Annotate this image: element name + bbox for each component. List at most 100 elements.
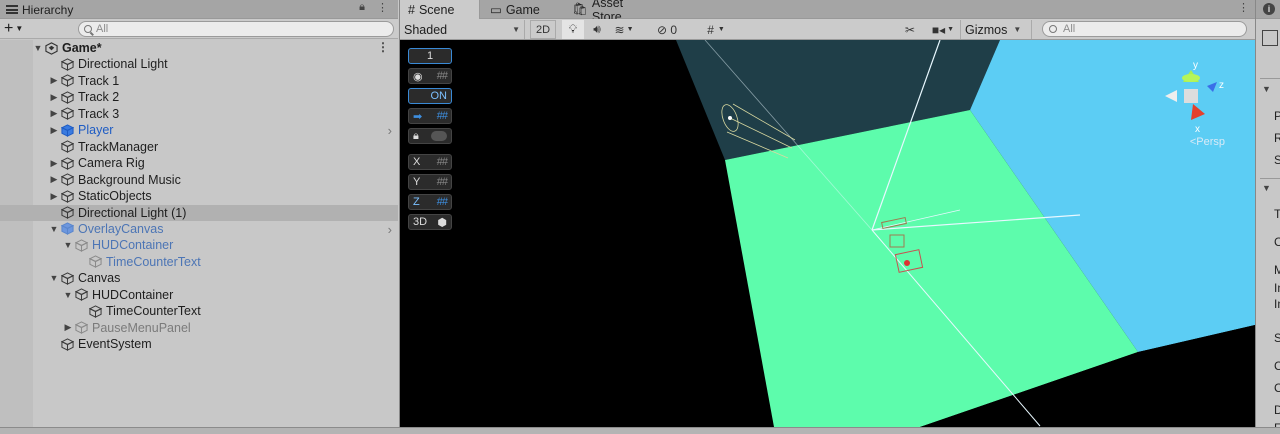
hierarchy-item[interactable]: ▶ PauseMenuPanel	[0, 320, 398, 336]
collapse-arrow-icon[interactable]: ▶	[49, 92, 59, 103]
tab-asset-store[interactable]: 🛍︎ Asset Store	[564, 0, 664, 24]
scene-search-placeholder: All	[1063, 23, 1076, 35]
visibility-overlay-toggle[interactable]: ◉ ##	[408, 68, 452, 84]
overlay-toolbar: 1 ◉ ## ON ➡ ## 🔒︎ X ## Y ## Z ## 3D ⬢	[408, 48, 452, 234]
scene-visibility-button[interactable]: ⊘ 0	[642, 20, 692, 39]
hierarchy-item[interactable]: ▶ Background Music	[0, 172, 398, 188]
inspector-field-label: S	[1274, 153, 1280, 167]
hierarchy-item-label: Game*	[62, 41, 102, 55]
snapping-toggle[interactable]: ON	[408, 88, 452, 104]
tab-game-label: Game	[505, 2, 540, 17]
hierarchy-item[interactable]: Directional Light	[0, 56, 398, 72]
hierarchy-item-label: Canvas	[78, 271, 121, 286]
grid-x-toggle[interactable]: X ##	[408, 154, 452, 170]
hierarchy-item-label: TrackManager	[78, 139, 159, 154]
move-snap-toggle[interactable]: ➡ ##	[408, 108, 452, 124]
scene-panel: # Scene ▭ Game 🛍︎ Asset Store ⋮ Shaded ▼…	[399, 0, 1255, 427]
hierarchy-item[interactable]: TimeCounterText	[0, 303, 398, 319]
hierarchy-item-label: OverlayCanvas	[78, 221, 164, 236]
orientation-gizmo[interactable]: y z x	[1155, 58, 1227, 136]
2d-label: 2D	[535, 23, 551, 36]
lock-icon[interactable]: 🔒︎	[359, 1, 365, 14]
hierarchy-item[interactable]: ▶ Track 2	[0, 89, 398, 105]
shading-mode-dropdown[interactable]: Shaded ▼	[400, 20, 525, 39]
hierarchy-item[interactable]: ▶ Camera Rig	[0, 155, 398, 171]
collapse-arrow-icon[interactable]: ▶	[49, 174, 59, 185]
hierarchy-item[interactable]: TimeCounterText	[0, 254, 398, 270]
scene-search-input[interactable]: All	[1042, 21, 1247, 37]
tab-scene[interactable]: # Scene	[400, 0, 480, 19]
collapse-arrow-icon[interactable]: ▶	[49, 158, 59, 169]
hierarchy-item[interactable]: TrackManager	[0, 139, 398, 155]
scene-kebab-icon[interactable]: ⋮	[377, 40, 389, 54]
tools-icon[interactable]: ✂︎	[898, 20, 922, 39]
hierarchy-item-label: Camera Rig	[78, 156, 145, 171]
hierarchy-item[interactable]: ▼ HUDContainer	[0, 237, 398, 253]
hierarchy-item-label: Player	[78, 123, 114, 138]
foldout-arrow-icon[interactable]: ▼	[1262, 84, 1271, 94]
collapse-arrow-icon[interactable]: ▶	[49, 108, 59, 119]
hierarchy-item[interactable]: ▶ Player ›	[0, 122, 398, 138]
collapse-arrow-icon[interactable]: ▶	[49, 75, 59, 86]
collapse-arrow-icon[interactable]: ▶	[49, 125, 59, 136]
hierarchy-item[interactable]: Directional Light (1)	[0, 204, 398, 221]
kebab-menu-icon[interactable]: ⋮	[377, 1, 388, 14]
effects-dropdown-icon[interactable]: ≋ ▼	[610, 20, 638, 39]
expand-arrow-icon[interactable]: ▼	[63, 240, 73, 250]
chevron-down-icon: ▼	[512, 25, 520, 34]
camera-speed-field[interactable]: 1	[408, 48, 452, 64]
expand-arrow-icon[interactable]: ▼	[49, 224, 59, 234]
grid-y-toggle[interactable]: Y ##	[408, 174, 452, 190]
create-button[interactable]: + ▼	[4, 20, 34, 38]
projection-label[interactable]: <Persp	[1190, 136, 1225, 148]
collapse-arrow-icon[interactable]: ▶	[63, 322, 73, 333]
hierarchy-item[interactable]: ▶ StaticObjects	[0, 188, 398, 204]
expand-arrow-icon[interactable]: ▼	[63, 290, 73, 300]
lighting-toggle-icon[interactable]: 💡︎	[562, 20, 584, 39]
z-axis-label: z	[1219, 80, 1224, 91]
hierarchy-item-label: EventSystem	[78, 337, 152, 352]
hierarchy-item[interactable]: ▼ HUDContainer	[0, 287, 398, 303]
hierarchy-item[interactable]: ▶ Track 3	[0, 106, 398, 122]
cube-icon: ⬢	[437, 216, 447, 229]
tab-hierarchy[interactable]: Hierarchy	[0, 0, 150, 19]
y-axis-cap	[1182, 74, 1200, 82]
scene-root-row[interactable]: ▼ Game* ⋮	[0, 40, 398, 56]
hierarchy-item-label: Track 2	[78, 90, 120, 105]
lock-toggle[interactable]: 🔒︎	[408, 128, 452, 144]
tab-game[interactable]: ▭ Game	[482, 0, 562, 19]
lock-icon: 🔒︎	[413, 129, 419, 142]
open-prefab-chevron-icon[interactable]: ›	[388, 222, 392, 237]
grid-z-toggle[interactable]: Z ##	[408, 194, 452, 210]
scene-viewport[interactable]: 1 ◉ ## ON ➡ ## 🔒︎ X ## Y ## Z ## 3D ⬢ y z	[400, 40, 1255, 427]
audio-toggle-icon[interactable]: 🔊︎	[586, 20, 608, 39]
gameobject-cube-icon	[75, 239, 88, 252]
hierarchy-item-label: Directional Light	[78, 57, 168, 72]
hierarchy-item[interactable]: ▼ OverlayCanvas ›	[0, 221, 398, 237]
grid-icon: ##	[436, 156, 448, 168]
view-3d-toggle[interactable]: 3D ⬢	[408, 214, 452, 230]
collapse-arrow-icon[interactable]: ▶	[49, 191, 59, 202]
gizmos-dropdown[interactable]: Gizmos ▼	[960, 20, 1032, 39]
2d-toggle-button[interactable]: 2D	[530, 20, 556, 39]
gameobject-cube-icon	[61, 91, 74, 104]
camera-dropdown-icon[interactable]: ■◂ ▼	[926, 20, 960, 39]
unity-scene-icon	[45, 41, 58, 55]
gizmos-label: Gizmos	[965, 22, 1008, 37]
open-prefab-chevron-icon[interactable]: ›	[388, 123, 392, 138]
grid-toggle-icon[interactable]: # ▼	[696, 20, 736, 39]
hierarchy-item[interactable]: ▼ Canvas	[0, 270, 398, 286]
expand-arrow-icon[interactable]: ▼	[33, 43, 43, 53]
foldout-arrow-icon[interactable]: ▼	[1262, 183, 1271, 193]
hierarchy-item-label: HUDContainer	[92, 238, 174, 253]
hierarchy-item-label: StaticObjects	[78, 189, 152, 204]
hierarchy-search-input[interactable]: All	[78, 21, 394, 37]
hierarchy-item[interactable]: EventSystem	[0, 336, 398, 352]
y-axis-label: y	[1193, 60, 1198, 71]
gameobject-cube-icon	[61, 107, 74, 121]
inspector-panel: i ▼ ▼ PRSTCMInInSCCDE	[1255, 0, 1280, 434]
tab-inspector[interactable]: i	[1256, 0, 1280, 19]
expand-arrow-icon[interactable]: ▼	[49, 273, 59, 283]
hierarchy-item[interactable]: ▶ Track 1	[0, 73, 398, 89]
scene-kebab-icon[interactable]: ⋮	[1238, 1, 1249, 14]
